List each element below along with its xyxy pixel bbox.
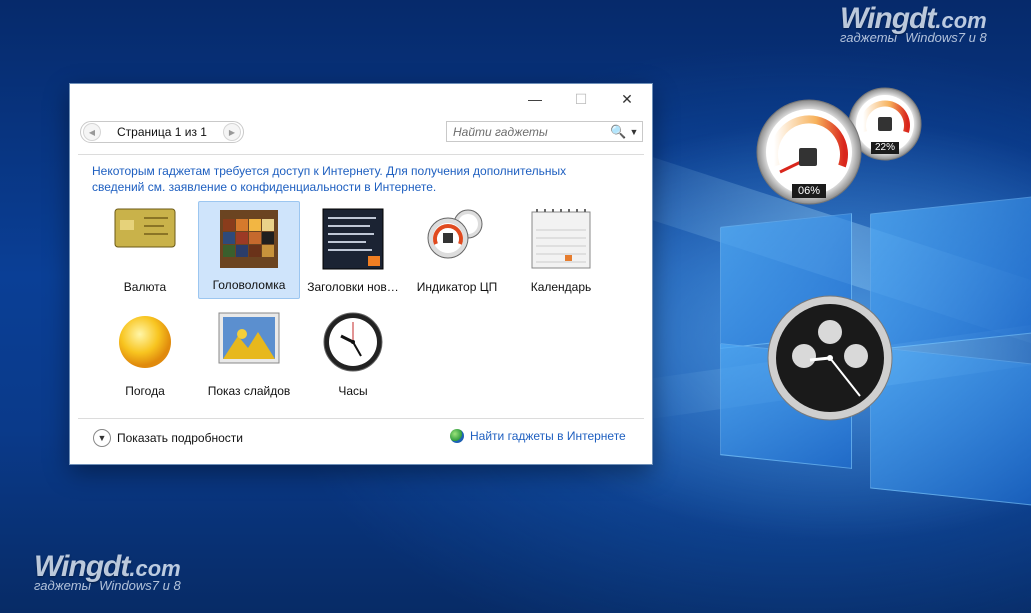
gadget-cpu-meter[interactable]: Индикатор ЦП	[406, 202, 508, 300]
gadget-calendar[interactable]: Календарь	[510, 202, 612, 300]
search-input[interactable]: Найти гаджеты	[447, 125, 610, 139]
gadget-currency[interactable]: Валюта	[94, 202, 196, 300]
title-bar[interactable]: — ☐ ✕	[70, 84, 652, 114]
show-details-label[interactable]: Показать подробности	[117, 431, 243, 445]
page-navigator: ◀ Страница 1 из 1 ▶	[80, 121, 244, 143]
search-icon[interactable]: 🔍	[610, 124, 626, 140]
desktop-clock-gadget[interactable]	[766, 294, 894, 422]
chevron-down-icon[interactable]: ▼	[93, 429, 111, 447]
page-indicator: Страница 1 из 1	[117, 125, 207, 139]
watermark-sub-right: Windows7 и 8	[905, 30, 987, 45]
internet-notice[interactable]: Некоторым гаджетам требуется доступ к Ин…	[92, 163, 612, 195]
minimize-button[interactable]: —	[512, 84, 558, 114]
gadget-label: Заголовки нов…	[307, 280, 399, 294]
find-gadgets-online-link[interactable]: Найти гаджеты в Интернете	[450, 429, 626, 443]
calendar-icon	[531, 208, 591, 275]
headlines-icon	[322, 208, 384, 275]
slideshow-icon	[218, 312, 280, 369]
gadget-puzzle[interactable]: Головоломка	[198, 201, 300, 299]
search-dropdown-icon[interactable]: ▼	[626, 127, 642, 137]
desktop-cpu-meter-gadget[interactable]: 06% 22%	[752, 86, 924, 216]
close-button[interactable]: ✕	[604, 84, 650, 114]
memory-percent: 22%	[874, 142, 895, 153]
currency-icon	[114, 208, 176, 253]
gadget-clock[interactable]: Часы	[302, 306, 404, 404]
watermark-sub-left: гаджеты	[840, 30, 898, 45]
gadget-headlines[interactable]: Заголовки нов…	[302, 202, 404, 300]
watermark-bottom: Wingdt.com гаджеты Windows7 и 8	[34, 550, 181, 593]
clock-icon	[323, 312, 383, 377]
window-logo-pane	[870, 196, 1031, 351]
gadget-weather[interactable]: Погода	[94, 306, 196, 404]
gadget-label: Погода	[125, 384, 165, 398]
gadget-label: Показ слайдов	[207, 384, 291, 398]
cpu-percent: 06%	[797, 185, 821, 197]
gadget-label: Часы	[338, 384, 368, 398]
gadget-label: Календарь	[530, 280, 592, 294]
watermark-sub-right: Windows7 и 8	[99, 578, 181, 593]
find-gadgets-online-label[interactable]: Найти гаджеты в Интернете	[470, 429, 626, 443]
watermark-top: Wingdt.com гаджеты Windows7 и 8	[840, 2, 987, 45]
previous-page-button[interactable]: ◀	[83, 123, 101, 141]
next-page-button[interactable]: ▶	[222, 123, 241, 141]
puzzle-icon	[220, 210, 278, 273]
show-details-toggle[interactable]: ▼ Показать подробности	[93, 429, 243, 447]
maximize-button[interactable]: ☐	[558, 84, 604, 114]
gadget-slideshow[interactable]: Показ слайдов	[198, 306, 300, 404]
divider	[78, 154, 644, 155]
gadgets-window: — ☐ ✕ ◀ Страница 1 из 1 ▶ Найти гаджеты …	[70, 84, 652, 464]
gadget-label: Индикатор ЦП	[416, 280, 498, 294]
search-box[interactable]: Найти гаджеты 🔍 ▼	[446, 121, 643, 142]
watermark-sub-left: гаджеты	[34, 578, 92, 593]
gadget-label: Головоломка	[212, 278, 286, 292]
gadget-label: Валюта	[123, 280, 167, 294]
window-logo-pane	[870, 346, 1031, 506]
globe-icon	[450, 429, 464, 443]
cpu-meter-icon	[426, 208, 488, 265]
divider	[78, 418, 644, 419]
weather-icon	[115, 312, 175, 377]
